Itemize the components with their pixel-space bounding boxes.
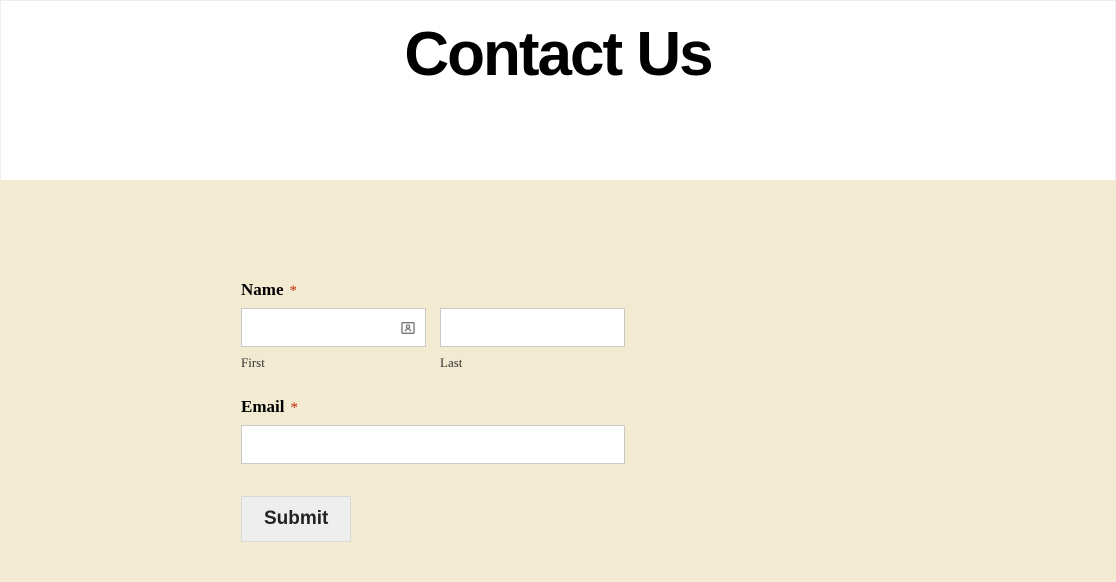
email-label: Email (241, 397, 284, 417)
email-field-group: Email * (241, 397, 1116, 464)
header-section: Contact Us (0, 0, 1116, 180)
first-name-column: First (241, 308, 426, 371)
first-name-sublabel: First (241, 355, 426, 371)
first-name-input[interactable] (241, 308, 426, 347)
last-name-input[interactable] (440, 308, 625, 347)
last-name-sublabel: Last (440, 355, 625, 371)
last-name-column: Last (440, 308, 625, 371)
name-input-row: First Last (241, 308, 1116, 371)
name-field-group: Name * First Las (241, 280, 1116, 371)
first-name-input-wrap (241, 308, 426, 347)
required-star-icon: * (289, 283, 297, 299)
submit-button[interactable]: Submit (241, 496, 351, 542)
required-star-icon: * (290, 400, 298, 416)
name-label: Name (241, 280, 283, 300)
contact-form-section: Name * First Las (0, 180, 1116, 582)
email-input[interactable] (241, 425, 625, 464)
page-title: Contact Us (1, 19, 1115, 90)
